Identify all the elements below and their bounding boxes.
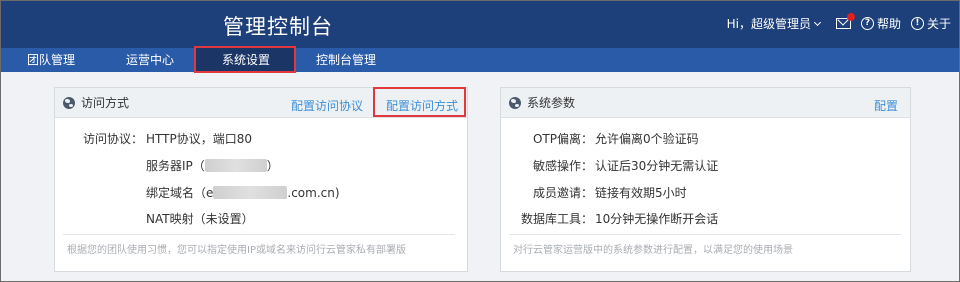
- app-title: 管理控制台: [223, 15, 333, 39]
- protocol-label: 访问协议：: [82, 132, 143, 146]
- user-greeting: Hi，超级管理员: [726, 17, 811, 31]
- server-ip-suffix: ）: [266, 159, 279, 173]
- protocol-value: HTTP协议，端口80: [146, 132, 252, 146]
- question-icon: ?: [860, 17, 874, 30]
- help-label: 帮助: [876, 17, 901, 31]
- otp-value: 允许偏离0个验证码: [595, 132, 699, 146]
- domain-prefix: 绑定域名（e: [146, 186, 214, 200]
- config-protocol-link[interactable]: 配置访问协议: [291, 97, 363, 114]
- params-footnote: 对行云管家运营版中的系统参数进行配置，以满足您的使用场景: [513, 245, 793, 256]
- main-nav: 团队管理 运营中心 系统设置 控制台管理: [1, 48, 959, 72]
- server-ip-prefix: 服务器IP（: [146, 159, 205, 173]
- db-tool-label: 数据库工具：: [520, 212, 593, 226]
- mail-icon[interactable]: [835, 13, 855, 29]
- chevron-down-icon: [813, 18, 822, 26]
- nav-item-operations[interactable]: 运营中心: [126, 48, 174, 72]
- params-divider: [509, 234, 901, 235]
- invite-label: 成员邀请：: [532, 186, 593, 200]
- nat-value: NAT映射（未设置）: [146, 212, 254, 226]
- sensitive-op-label: 敏感操作：: [532, 159, 593, 173]
- highlight-box-link: [373, 87, 466, 117]
- params-card-header: 系统参数: [501, 88, 910, 118]
- user-menu[interactable]: Hi，超级管理员: [726, 15, 822, 32]
- top-header: 管理控制台 Hi，超级管理员 ? 帮助 ! 关于: [1, 1, 959, 48]
- about-label: 关于: [926, 17, 951, 31]
- domain-suffix: .com.cn): [287, 186, 340, 200]
- nav-item-team[interactable]: 团队管理: [27, 48, 75, 72]
- redacted-domain: [213, 186, 288, 199]
- help-link[interactable]: ? 帮助: [860, 15, 901, 32]
- about-link[interactable]: ! 关于: [910, 15, 951, 32]
- access-footnote: 根据您的团队使用习惯，您可以指定使用IP或域名来访问行云管家私有部署版: [67, 245, 406, 256]
- notification-badge: [846, 13, 855, 21]
- redacted-ip: [204, 159, 267, 172]
- domain-row: 绑定域名（e .com.cn): [146, 184, 340, 201]
- invite-value: 链接有效期5小时: [595, 186, 687, 200]
- access-card-title: 访问方式: [81, 96, 130, 110]
- otp-label: OTP偏离：: [532, 132, 593, 146]
- server-ip-row: 服务器IP（ ）: [146, 157, 279, 174]
- config-params-link[interactable]: 配置: [874, 97, 898, 114]
- nav-item-console[interactable]: 控制台管理: [316, 48, 376, 72]
- params-card-title: 系统参数: [527, 96, 576, 110]
- access-divider: [63, 234, 455, 235]
- header-actions: Hi，超级管理员 ? 帮助 ! 关于: [726, 13, 951, 32]
- sensitive-op-value: 认证后30分钟无需认证: [595, 159, 719, 173]
- globe-icon: [63, 96, 75, 109]
- system-params-card: 系统参数 配置 OTP偏离： 允许偏离0个验证码 敏感操作： 认证后30分钟无需…: [500, 87, 911, 272]
- nat-row: NAT映射（未设置）: [146, 210, 254, 227]
- info-icon: !: [910, 17, 924, 30]
- highlight-box-tab: [194, 46, 296, 73]
- globe-icon: [509, 96, 521, 109]
- db-tool-value: 10分钟无操作断开会话: [595, 212, 719, 226]
